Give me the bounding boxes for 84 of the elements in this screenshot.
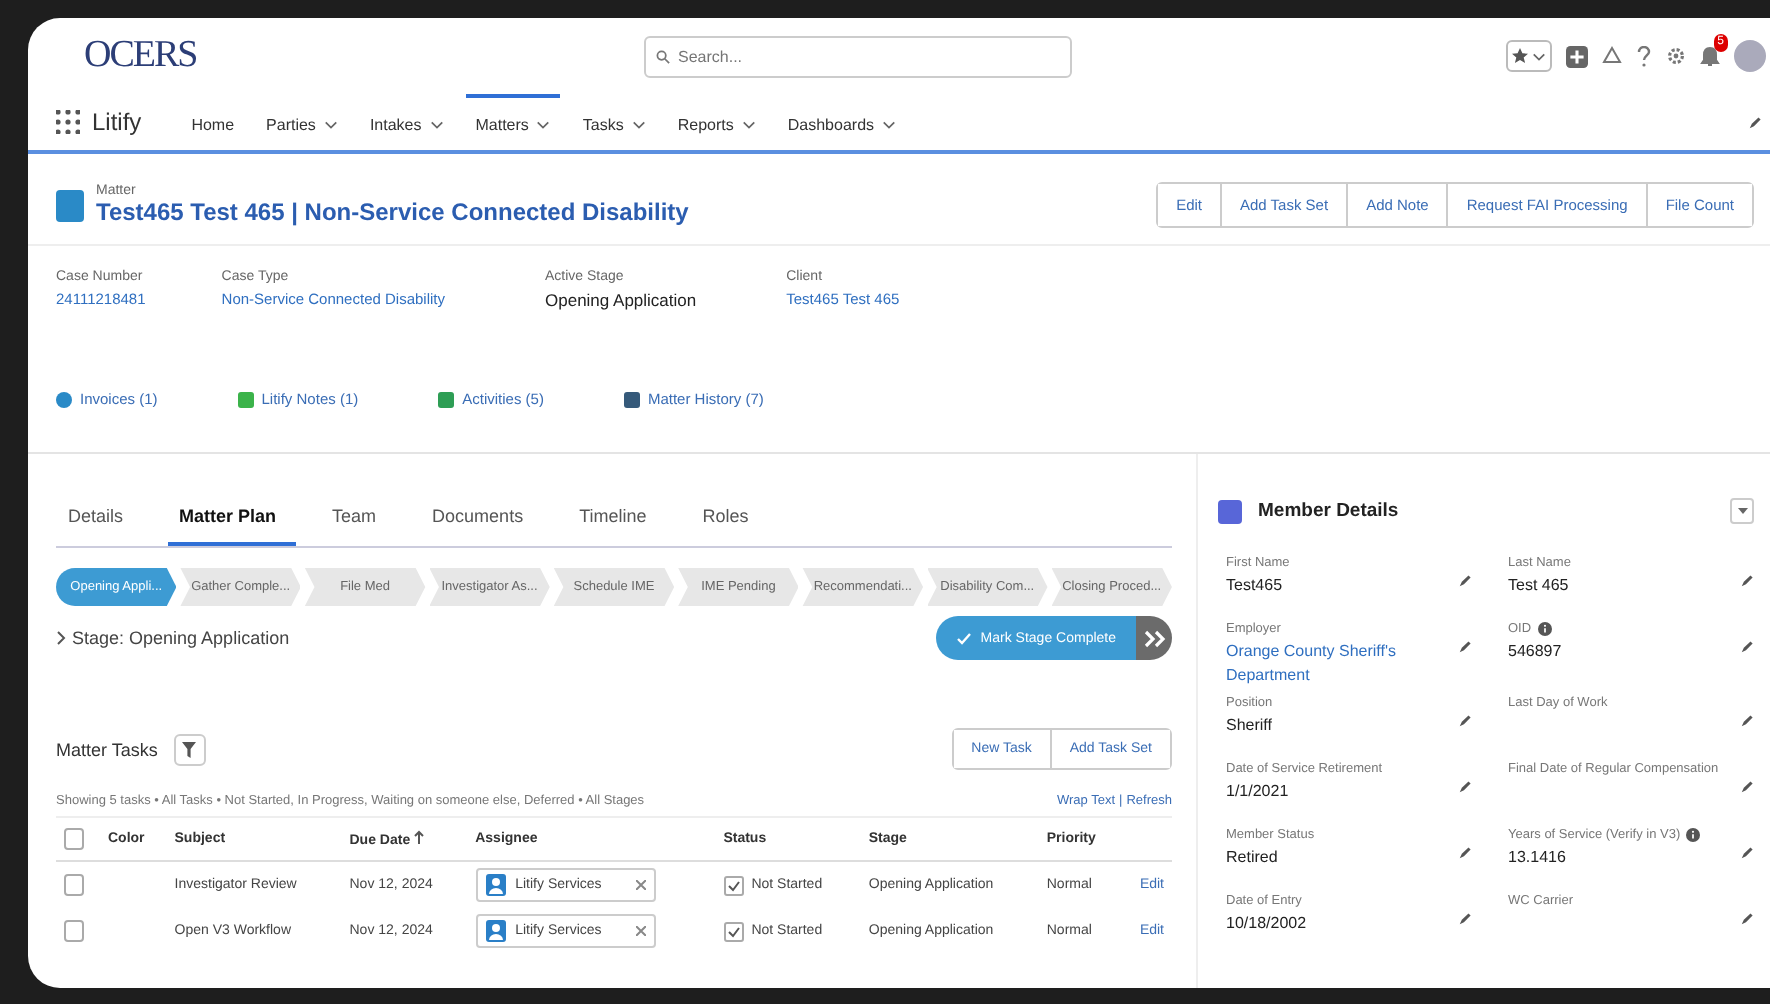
field-value: Sheriff — [1226, 714, 1272, 738]
matter-icon — [56, 189, 84, 221]
history-icon — [623, 391, 640, 407]
pencil-icon[interactable] — [1748, 116, 1762, 130]
chevron-down-icon — [631, 119, 646, 129]
nav-tab[interactable]: Home — [181, 94, 245, 150]
pencil-icon[interactable] — [1458, 640, 1472, 654]
search-field[interactable]: Search... — [644, 35, 1072, 77]
caret-icon — [1737, 508, 1747, 514]
stage-toggle[interactable]: Stage: Opening Application — [56, 628, 290, 648]
tab[interactable]: Roles — [690, 490, 769, 546]
chevron-down-icon — [1532, 51, 1546, 61]
row-checkbox[interactable] — [64, 874, 84, 896]
field-value: Retired — [1226, 846, 1278, 870]
filter-button[interactable] — [173, 733, 206, 765]
member-icon — [1218, 499, 1242, 523]
select-all-checkbox[interactable] — [64, 828, 84, 850]
chevron-down-icon — [323, 119, 338, 129]
pencil-icon[interactable] — [1740, 912, 1754, 926]
settings-icon[interactable] — [1666, 46, 1686, 66]
row-checkbox[interactable] — [64, 920, 84, 942]
nav-tab[interactable]: Tasks — [572, 94, 656, 150]
tab[interactable]: Details — [56, 490, 144, 546]
nav-tab[interactable]: Parties — [256, 94, 348, 150]
next-stage-button[interactable] — [1136, 616, 1172, 660]
info-icon[interactable] — [1537, 622, 1552, 636]
pencil-icon[interactable] — [1740, 780, 1754, 794]
help-icon[interactable] — [1636, 45, 1652, 67]
tab[interactable]: Documents — [420, 490, 544, 546]
field-value: 13.1416 — [1508, 846, 1566, 870]
section-title: Matter Tasks — [56, 739, 158, 759]
pencil-icon[interactable] — [1458, 574, 1472, 588]
pencil-icon[interactable] — [1740, 574, 1754, 588]
field-value: 546897 — [1508, 640, 1562, 664]
tab[interactable]: Matter Plan — [167, 490, 297, 546]
activity-icon — [438, 391, 455, 407]
field-link[interactable]: Orange County Sheriff's Department — [1226, 640, 1426, 688]
field-value: Opening Application — [545, 290, 697, 310]
tab[interactable]: Team — [320, 490, 397, 546]
pencil-icon[interactable] — [1740, 714, 1754, 728]
check-icon — [956, 631, 973, 645]
app-name: Litify — [92, 108, 142, 136]
filter-icon — [182, 741, 197, 757]
chevron-down-icon — [429, 119, 444, 129]
chevron-right-icon — [56, 630, 66, 646]
nav-tab[interactable]: Dashboards — [777, 94, 907, 150]
field-value: 10/18/2002 — [1226, 912, 1307, 936]
user-icon — [485, 920, 506, 942]
close-icon[interactable] — [635, 880, 646, 890]
check-box-icon — [723, 875, 744, 895]
nav-tab[interactable]: Reports — [667, 94, 766, 150]
pencil-icon[interactable] — [1740, 846, 1754, 860]
card-title: Member Details — [1258, 500, 1399, 522]
field-value: Test465 — [1226, 574, 1283, 598]
pencil-icon[interactable] — [1458, 780, 1472, 794]
pencil-icon[interactable] — [1740, 640, 1754, 654]
chevron-down-icon — [741, 119, 756, 129]
pencil-icon[interactable] — [1458, 846, 1472, 860]
info-icon[interactable] — [1686, 828, 1701, 842]
pencil-icon[interactable] — [1458, 912, 1472, 926]
nav-tab[interactable]: Matters — [465, 94, 561, 150]
star-icon — [1512, 48, 1528, 64]
field-value: 1/1/2021 — [1226, 780, 1289, 804]
nav-tab[interactable]: Intakes — [359, 94, 454, 150]
note-icon — [237, 391, 254, 407]
tab[interactable]: Timeline — [567, 490, 667, 546]
user-icon — [485, 874, 506, 896]
double-chevron-icon — [1143, 629, 1165, 647]
check-box-icon — [723, 921, 744, 941]
pencil-icon[interactable] — [1458, 714, 1472, 728]
record-title: Test465 Test 465 | Non-Service Connected Disability — [96, 198, 689, 226]
notifications-icon[interactable] — [1700, 45, 1720, 67]
close-icon[interactable] — [635, 926, 646, 936]
invoice-icon — [56, 391, 72, 407]
chevron-down-icon — [882, 119, 897, 129]
field-value: Test 465 — [1508, 574, 1569, 598]
add-icon[interactable] — [1566, 45, 1588, 67]
search-icon — [656, 49, 670, 63]
app-launcher-icon[interactable] — [56, 110, 80, 134]
logo: OCERS — [84, 34, 199, 78]
favorites-button[interactable] — [1506, 40, 1552, 72]
sort-arrow-icon — [414, 830, 425, 844]
dropdown-button[interactable] — [1730, 498, 1754, 524]
chevron-down-icon — [536, 119, 551, 129]
